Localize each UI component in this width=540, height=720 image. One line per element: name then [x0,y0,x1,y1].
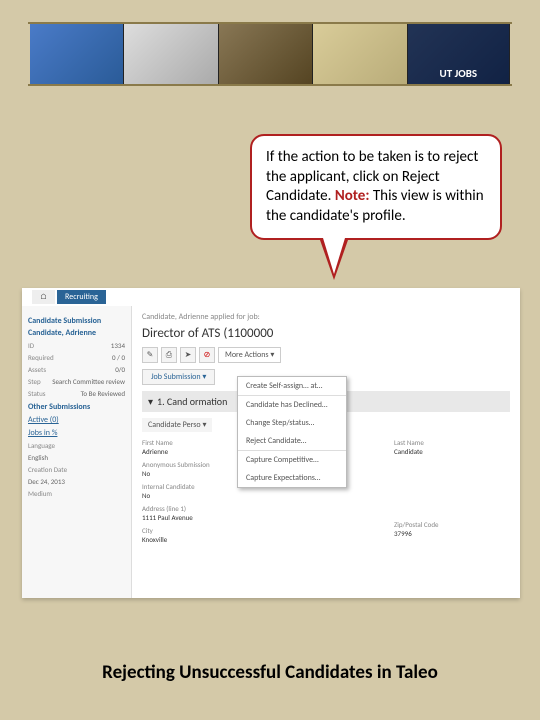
toolbar-edit-icon[interactable]: ✎ [142,347,158,363]
breadcrumb: Candidate, Adrienne applied for job: [142,312,510,322]
sidebar-lang: Language [28,441,125,450]
candidate-name[interactable]: Candidate, Adrienne [28,328,125,338]
embedded-screenshot: ⌂ Recruiting Candidate Submission Candid… [22,288,520,598]
expand-icon: ▾ [148,395,153,408]
label-city: City [142,526,258,535]
value-city: Knoxville [142,535,258,544]
banner-photo-1 [30,24,124,84]
sidebar-header: Candidate Submission [28,316,125,326]
toolbar: ✎ ⎙ ➤ ⊘ More Actions ▾ [142,347,510,363]
main-panel: Candidate, Adrienne applied for job: Dir… [132,306,520,598]
banner-photo-2 [124,24,218,84]
menu-self-assign[interactable]: Create Self-assign… at… [238,377,346,395]
menu-declined[interactable]: Candidate has Declined… [238,396,346,414]
toolbar-block-icon[interactable]: ⊘ [199,347,215,363]
slide-caption: Rejecting Unsuccessful Candidates in Tal… [0,661,540,684]
banner-photo-4 [313,24,407,84]
sidebar-row-status: StatusTo Be Reviewed [28,389,125,398]
label-last-name: Last Name [394,438,510,447]
section-title: 1. Cand ormation [157,395,227,408]
sidebar-row-step: StepSearch Committee review [28,377,125,386]
link-active[interactable]: Active (0) [28,415,125,425]
menu-capture-competitive[interactable]: Capture Competitive… [238,451,346,469]
sidebar: Candidate Submission Candidate, Adrienne… [22,306,132,598]
menu-capture-expectations[interactable]: Capture Expectations… [238,469,346,487]
app-tabs: ⌂ Recruiting [22,288,520,306]
toolbar-print-icon[interactable]: ⎙ [161,347,177,363]
sidebar-date-val: Dec 24, 2013 [28,477,125,486]
tab-recruiting[interactable]: Recruiting [57,290,106,304]
callout-note-label: Note: [335,187,370,205]
banner-photo-3 [219,24,313,84]
link-jobs[interactable]: Jobs in % [28,428,125,438]
page-title: Director of ATS (1100000 [142,326,510,341]
value-zip: 37996 [394,529,510,538]
label-zip: Zip/Postal Code [394,520,510,529]
header-banner: UT JOBS [30,24,510,84]
instruction-callout: If the action to be taken is to reject t… [250,134,502,240]
value-address: 1111 Paul Avenue [142,513,258,522]
menu-change-step[interactable]: Change Step/status… [238,414,346,432]
sidebar-row-assets: Assets0/0 [28,365,125,374]
sidebar-other-sub: Other Submissions [28,402,125,412]
subtab-job-submission[interactable]: Job Submission ▾ [142,369,215,385]
tab-home[interactable]: ⌂ [32,290,55,304]
menu-reject-candidate[interactable]: Reject Candidate… [238,432,346,450]
sidebar-medium: Medium [28,489,125,498]
banner-logo: UT JOBS [408,24,510,84]
label-address: Address (line 1) [142,504,258,513]
sidebar-lang-val: English [28,453,125,462]
sidebar-row-id: ID1334 [28,341,125,350]
value-last-name: Candidate [394,447,510,456]
more-actions-dropdown[interactable]: More Actions ▾ [218,347,281,363]
toolbar-forward-icon[interactable]: ➤ [180,347,196,363]
value-internal: No [142,491,258,500]
sidebar-date: Creation Date [28,465,125,474]
callout-tail-inner [323,238,345,274]
section-subtitle[interactable]: Candidate Perso ▾ [142,418,212,432]
sidebar-row-required: Required0 / 0 [28,353,125,362]
more-actions-menu: Create Self-assign… at… Candidate has De… [237,376,347,488]
